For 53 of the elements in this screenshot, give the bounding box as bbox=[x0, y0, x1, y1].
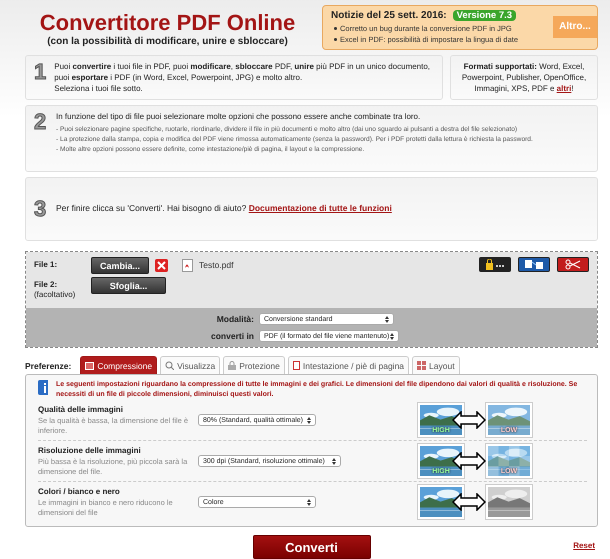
bullet-icon bbox=[334, 27, 337, 30]
dropdown-arrows-icon bbox=[307, 498, 311, 506]
news-title: Notizie del 25 sett. 2016: bbox=[331, 10, 447, 21]
dropdown-arrows-icon bbox=[385, 316, 389, 322]
swap-pages-icon bbox=[524, 259, 544, 270]
version-badge: Versione 7.3 bbox=[452, 10, 516, 21]
dropdown-arrows-icon bbox=[390, 332, 394, 340]
split-button[interactable] bbox=[557, 257, 589, 272]
change-button[interactable]: Cambia... bbox=[91, 257, 149, 274]
image-icon bbox=[85, 362, 94, 370]
step-text: Per finire clicca su 'Converti'. Hai bisogno di aiuto? Documentazione di tutte le funzioni bbox=[56, 203, 392, 214]
step-text: In funzione del tipo di file puoi selezionare molte opzioni che possono essere anche combinate tra loro. bbox=[56, 111, 422, 122]
step-number: 3 bbox=[34, 198, 48, 220]
lock-icon bbox=[228, 361, 236, 370]
setting-title: Colori / bianco e nero bbox=[38, 486, 121, 496]
step-text: Seleziona i tuoi file sotto. bbox=[54, 83, 144, 94]
file-label: File 1: bbox=[34, 259, 58, 270]
tab[interactable]: Intestazione / piè di pagina bbox=[288, 356, 410, 374]
page-icon bbox=[292, 361, 300, 370]
step-number: 1 bbox=[34, 61, 46, 83]
password-button[interactable] bbox=[479, 257, 511, 272]
info-icon bbox=[38, 380, 48, 395]
reorder-button[interactable] bbox=[518, 257, 550, 272]
preferences-label: Preferenze: bbox=[25, 361, 72, 373]
magnifier-icon bbox=[165, 361, 174, 370]
site-subtitle: (con la possibilità di modificare, unire e sbloccare) bbox=[47, 36, 288, 47]
documentation-link[interactable]: Documentazione di tutte le funzioni bbox=[248, 203, 392, 214]
dropdown-arrows-icon bbox=[307, 416, 311, 424]
step-number: 2 bbox=[34, 111, 48, 133]
grid-icon bbox=[417, 361, 426, 370]
step-text: Puoi convertire i tuoi file in PDF, puoi modificare, sbloccare PDF, unire più PDF in un unico documento, puoi esportare i PDF (in Word, Excel, Powerpoint, JPG) e molto altro. bbox=[54, 61, 432, 83]
browse-button[interactable]: Sfoglia... bbox=[91, 277, 166, 294]
option-label: converti in bbox=[210, 331, 254, 341]
pdf-file-icon bbox=[182, 259, 193, 272]
formats-link[interactable]: altri bbox=[556, 84, 572, 93]
reset-link[interactable]: Reset bbox=[573, 541, 595, 550]
file-label: File 2: (facoltativo) bbox=[34, 279, 76, 300]
bullet-icon bbox=[334, 38, 337, 41]
option-label: Modalità: bbox=[216, 314, 254, 324]
tab[interactable]: Protezione bbox=[223, 356, 285, 374]
padlock-icon bbox=[485, 259, 505, 270]
file-name: Testo.pdf bbox=[199, 259, 234, 270]
dropdown-arrows-icon bbox=[332, 458, 336, 464]
site-title: Convertitore PDF Online bbox=[40, 10, 296, 36]
tab[interactable]: Layout bbox=[412, 356, 460, 374]
tab[interactable]: Visualizza bbox=[160, 356, 220, 374]
tab[interactable]: Compressione bbox=[80, 356, 158, 374]
convert-button[interactable]: Converti bbox=[252, 535, 370, 559]
formats-text: Formati supportati: Word, Excel, Powerpoint, Publisher, OpenOffice, Immagini, XPS, PDF e altri! bbox=[460, 61, 588, 94]
setting-title: Qualità delle immagini bbox=[38, 404, 124, 414]
scissors-icon bbox=[564, 259, 582, 270]
remove-icon[interactable] bbox=[155, 259, 168, 272]
setting-title: Risoluzione delle immagini bbox=[38, 446, 142, 454]
